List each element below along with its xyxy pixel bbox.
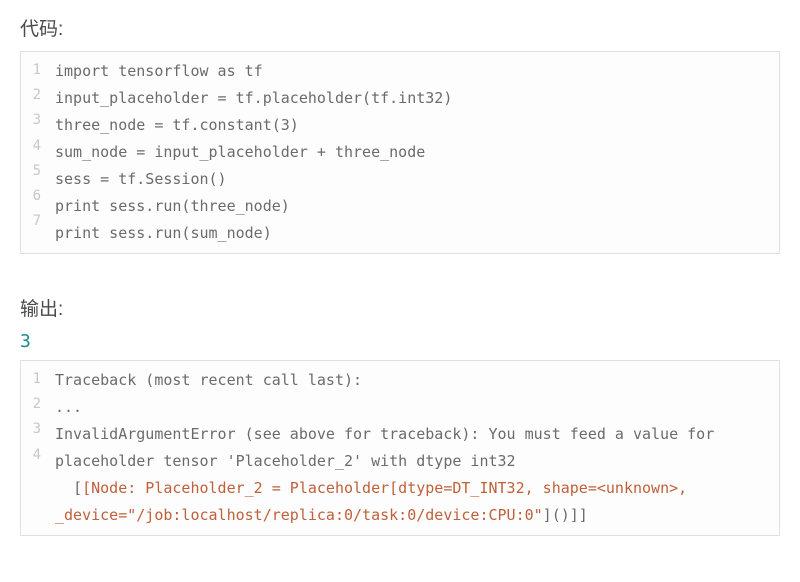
traceback-text: [ bbox=[55, 479, 82, 497]
traceback-gutter: 1234 bbox=[21, 361, 45, 535]
traceback-line: InvalidArgumentError (see above for trac… bbox=[55, 421, 769, 475]
line-number: 2 bbox=[27, 83, 41, 108]
traceback-text: ... bbox=[55, 398, 82, 416]
code-line: three_node = tf.constant(3) bbox=[55, 112, 769, 139]
line-number: 3 bbox=[27, 108, 41, 133]
code-gutter: 1234567 bbox=[21, 52, 45, 253]
traceback-text: InvalidArgumentError (see above for trac… bbox=[55, 425, 723, 470]
code-line: print sess.run(three_node) bbox=[55, 193, 769, 220]
line-number: 1 bbox=[27, 367, 41, 392]
traceback-node-link[interactable]: [Node: Placeholder_2 = Placeholder[dtype… bbox=[55, 479, 696, 524]
line-number: 5 bbox=[27, 159, 41, 184]
traceback-text: Traceback (most recent call last): bbox=[55, 371, 362, 389]
code-line: input_placeholder = tf.placeholder(tf.in… bbox=[55, 85, 769, 112]
line-number: 3 bbox=[27, 417, 41, 442]
code-content: import tensorflow as tfinput_placeholder… bbox=[45, 52, 779, 253]
code-line: sum_node = input_placeholder + three_nod… bbox=[55, 139, 769, 166]
line-number: 7 bbox=[27, 209, 41, 234]
traceback-content: Traceback (most recent call last):... Inv… bbox=[45, 361, 779, 535]
line-number: 4 bbox=[27, 134, 41, 159]
code-line: print sess.run(sum_node) bbox=[55, 220, 769, 247]
traceback-line: ... bbox=[55, 394, 769, 421]
traceback-line: [[Node: Placeholder_2 = Placeholder[dtyp… bbox=[55, 475, 769, 529]
code-section-label: 代码: bbox=[20, 14, 780, 41]
line-number: 6 bbox=[27, 184, 41, 209]
code-line: sess = tf.Session() bbox=[55, 166, 769, 193]
code-block: 1234567 import tensorflow as tfinput_pla… bbox=[20, 51, 780, 254]
line-number: 2 bbox=[27, 392, 41, 417]
line-number: 1 bbox=[27, 58, 41, 83]
line-number: 4 bbox=[27, 443, 41, 468]
traceback-text: ]()]] bbox=[543, 506, 588, 524]
output-section-label: 输出: bbox=[20, 294, 780, 321]
code-line: import tensorflow as tf bbox=[55, 58, 769, 85]
traceback-line: Traceback (most recent call last): bbox=[55, 367, 769, 394]
output-value: 3 bbox=[20, 331, 780, 352]
traceback-block: 1234 Traceback (most recent call last):.… bbox=[20, 360, 780, 536]
